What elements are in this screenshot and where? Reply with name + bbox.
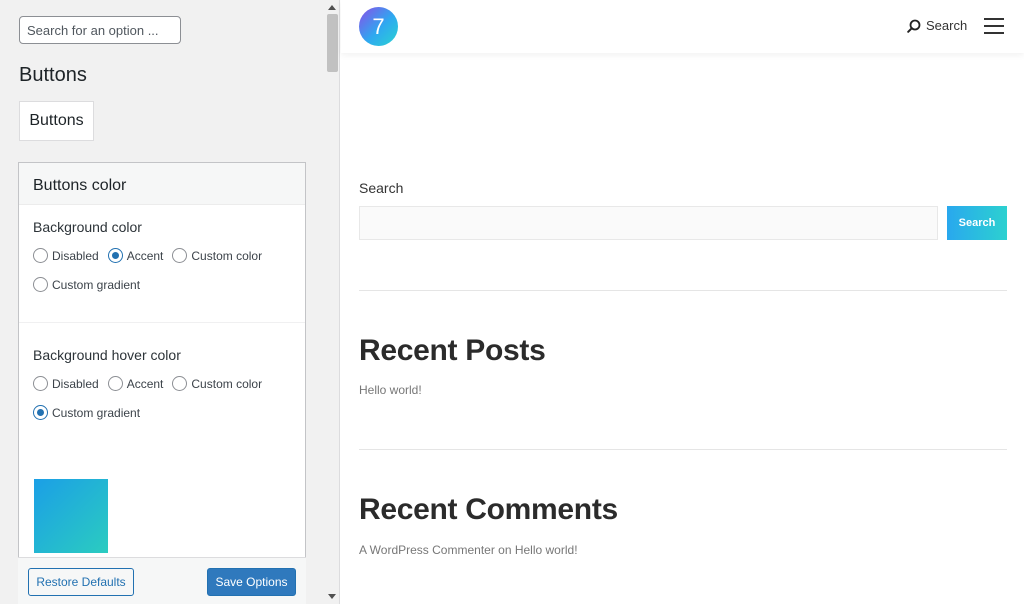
radio-label: Custom color [191, 248, 263, 263]
bg-radio-disabled[interactable]: Disabled [33, 241, 99, 270]
radio-label: Disabled [52, 248, 99, 263]
radio-button-icon[interactable] [172, 248, 188, 263]
scroll-down-arrow-icon[interactable] [328, 594, 336, 599]
site-header: 7 Search [341, 0, 1024, 53]
header-search-link[interactable]: Search [907, 18, 967, 33]
radio-button-icon[interactable] [33, 376, 48, 391]
radio-button-icon[interactable] [172, 376, 188, 391]
recent-comment-item[interactable]: A WordPress Commenter on Hello world! [359, 543, 578, 557]
option-search-input[interactable] [19, 16, 181, 44]
site-preview: 7 Search Search Search Recent Posts Hell… [341, 0, 1024, 604]
bg-radio-accent[interactable]: Accent [107, 241, 164, 270]
search-widget-input[interactable] [359, 206, 938, 240]
hover-radio-disabled[interactable]: Disabled [33, 369, 99, 398]
search-widget-label: Search [359, 180, 404, 196]
options-panel: Buttons Buttons Buttons color Background… [0, 0, 340, 604]
save-options-button[interactable]: Save Options [207, 568, 296, 596]
card-title: Buttons color [19, 163, 305, 205]
radio-label: Disabled [52, 376, 99, 391]
background-color-field: Background color Disabled Accent Custom … [19, 205, 305, 323]
radio-label: Custom gradient [52, 405, 141, 420]
menu-icon[interactable] [984, 18, 1004, 34]
radio-button-checked-icon[interactable] [107, 248, 123, 263]
gradient-preview-swatch[interactable] [34, 479, 108, 553]
radio-label: Custom gradient [52, 277, 141, 292]
background-hover-color-field: Background hover color Disabled Accent C… [19, 323, 305, 427]
radio-label: Custom color [191, 376, 263, 391]
header-search-label: Search [926, 18, 968, 33]
radio-label: Accent [126, 376, 164, 391]
hover-color-options: Disabled Accent Custom color Custom grad… [33, 369, 293, 427]
background-color-label: Background color [33, 219, 142, 235]
divider [359, 449, 1007, 450]
recent-comments-title: Recent Comments [359, 493, 618, 526]
radio-button-checked-icon[interactable] [33, 405, 48, 420]
radio-button-icon[interactable] [33, 277, 48, 292]
radio-button-icon[interactable] [33, 248, 48, 263]
panel-scrollbar[interactable] [325, 0, 339, 604]
restore-defaults-button[interactable]: Restore Defaults [28, 568, 134, 596]
bg-radio-custom-color[interactable]: Custom color [172, 241, 262, 270]
background-color-options: Disabled Accent Custom color Custom grad… [33, 241, 293, 299]
divider [359, 290, 1007, 291]
recent-post-link[interactable]: Hello world! [359, 383, 422, 397]
customizer-window: Buttons Buttons Buttons color Background… [0, 0, 1024, 604]
hover-radio-accent[interactable]: Accent [107, 369, 164, 398]
section-title: Buttons [19, 64, 87, 86]
bg-radio-custom-gradient[interactable]: Custom gradient [33, 270, 140, 299]
buttons-section-tab[interactable]: Buttons [19, 101, 94, 141]
scroll-up-arrow-icon[interactable] [328, 5, 336, 10]
hover-radio-custom-color[interactable]: Custom color [172, 369, 262, 398]
radio-label: Accent [126, 248, 164, 263]
site-logo[interactable]: 7 [359, 7, 398, 46]
hover-radio-custom-gradient[interactable]: Custom gradient [33, 398, 140, 427]
radio-button-icon[interactable] [107, 376, 123, 391]
options-footer: Restore Defaults Save Options [18, 557, 306, 604]
recent-posts-title: Recent Posts [359, 334, 546, 367]
buttons-color-card: Buttons color Background color Disabled … [18, 162, 306, 604]
background-hover-color-label: Background hover color [33, 347, 181, 363]
search-widget-button[interactable]: Search [947, 206, 1007, 240]
search-icon [907, 19, 921, 33]
scrollbar-thumb[interactable] [327, 14, 338, 72]
